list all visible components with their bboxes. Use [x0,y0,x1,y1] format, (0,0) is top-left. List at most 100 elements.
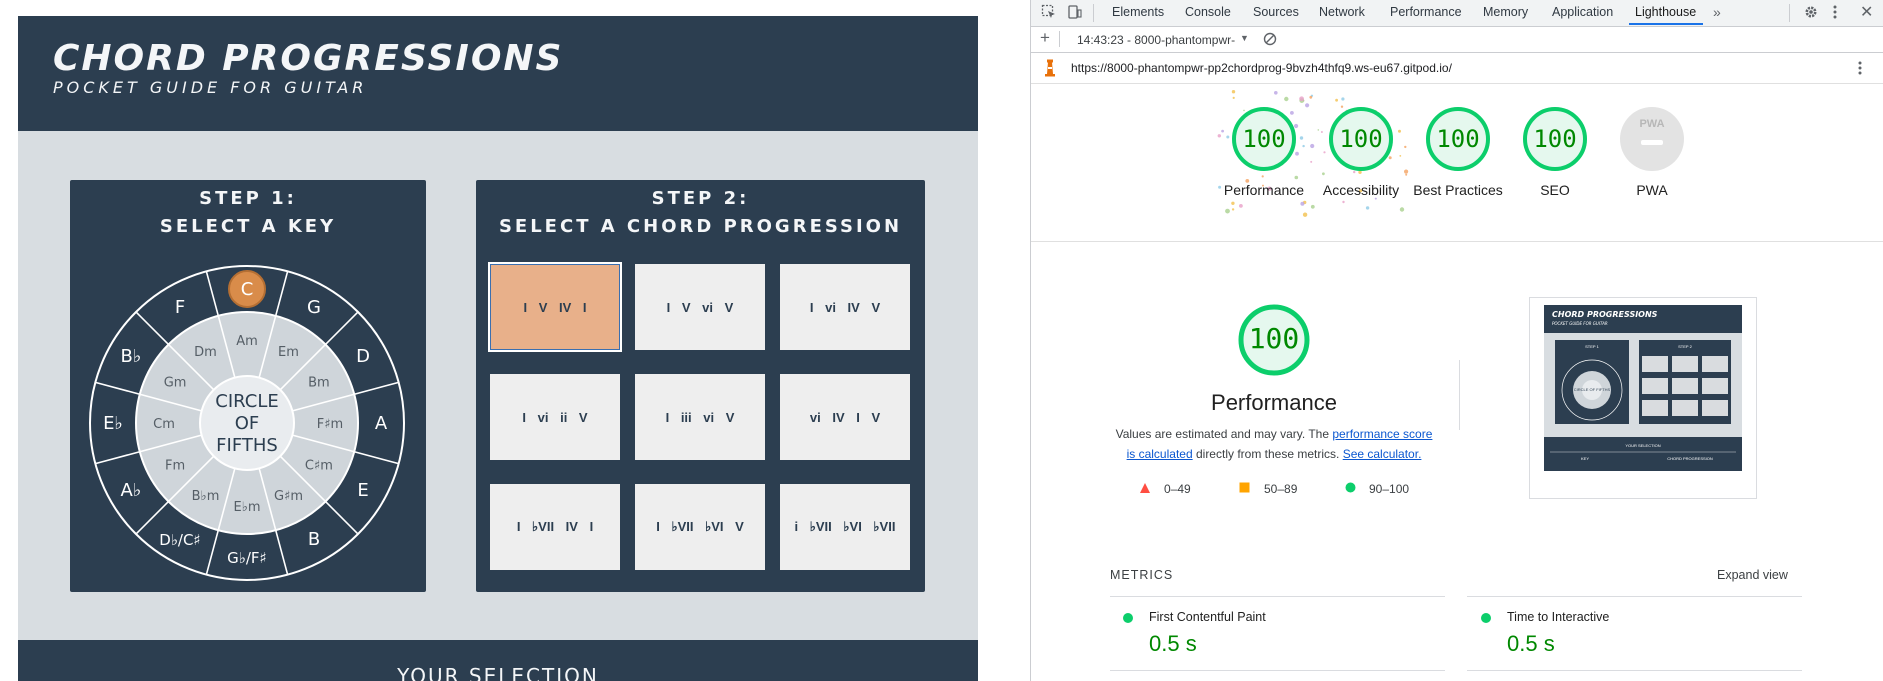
device-toolbar-icon[interactable] [1067,4,1083,23]
major-key-label[interactable]: E [357,480,368,501]
dropdown-arrow-icon[interactable]: ▼ [1240,33,1249,43]
score-value: 100 [1242,125,1286,153]
minor-key-label[interactable]: F♯m [317,417,343,432]
report-url[interactable]: https://8000-phantompwr-pp2chordprog-9bv… [1071,61,1452,75]
description-text: Values are estimated and may vary. The [1115,427,1333,441]
progression-button[interactable]: i ♭VII ♭VI ♭VII [780,484,910,570]
minor-key-label[interactable]: B♭m [192,489,220,504]
minor-key-label[interactable]: Am [236,334,258,349]
metrics-divider [1467,596,1802,597]
major-key-label[interactable]: A♭ [121,480,142,501]
progression-button[interactable]: I V vi V [635,264,765,350]
metric-name: First Contentful Paint [1149,610,1266,624]
progression-button[interactable]: I ♭VII ♭VI V [635,484,765,570]
devtools-panel: Elements Console Sources Network Perform… [1030,0,1883,681]
metrics-divider [1110,596,1445,597]
metrics-divider [1467,670,1802,671]
score-label: Performance [1223,182,1305,198]
progression-button[interactable]: I vi ii V [490,374,620,460]
major-key-label[interactable]: A [375,413,388,434]
final-screenshot-thumbnail[interactable]: CHORD PROGRESSIONS POCKET GUIDE FOR GUIT… [1529,297,1757,499]
tab-application[interactable]: Application [1552,5,1613,19]
major-key-label[interactable]: C [241,279,254,300]
tabbar-separator [1093,4,1094,22]
new-report-icon[interactable]: + [1040,28,1050,48]
confetti-dot [1398,129,1401,133]
minor-key-label[interactable]: Gm [164,376,187,391]
step1-panel: STEP 1: SELECT A KEY CIRCLE OF FIFTHS C G D A E… [70,180,426,592]
performance-description: Values are estimated and may vary. The p… [1114,424,1434,464]
clear-report-icon[interactable] [1263,32,1277,49]
average-square-icon [1239,482,1250,493]
progression-button[interactable]: I ♭VII IV I [490,484,620,570]
minor-key-label[interactable]: Cm [153,417,175,432]
pass-dot-icon [1481,613,1491,623]
lighthouse-toolbar: + 14:43:23 - 8000-phantompwr- ▼ [1031,27,1883,53]
minor-key-label[interactable]: Bm [308,376,330,391]
major-key-label[interactable]: D♭/C♯ [159,531,200,549]
pwa-badge-text: PWA [1639,118,1665,130]
tab-sources[interactable]: Sources [1253,5,1299,19]
confetti-dot [1261,175,1264,178]
progression-button[interactable]: vi IV I V [780,374,910,460]
minor-key-label[interactable]: E♭m [233,500,260,515]
tab-lighthouse[interactable]: Lighthouse [1635,5,1696,19]
tab-network[interactable]: Network [1319,5,1365,19]
major-key-label[interactable]: D [356,346,370,367]
major-key-label[interactable]: B [308,529,320,550]
step2-subheading: SELECT A CHORD PROGRESSION [498,216,903,237]
major-key-label[interactable]: G [307,297,321,318]
score-gauge-best-practices[interactable]: 100 [1425,106,1491,172]
tab-memory[interactable]: Memory [1483,5,1528,19]
report-menu-icon[interactable] [1857,59,1863,80]
more-tabs-icon[interactable]: » [1713,4,1721,20]
step1-subheading: SELECT A KEY [159,216,337,237]
screenshot-image: CHORD PROGRESSIONS POCKET GUIDE FOR GUIT… [1544,305,1742,471]
major-key-label[interactable]: E♭ [103,413,123,434]
more-options-icon[interactable] [1832,3,1838,24]
confetti-dot [1294,175,1299,180]
tab-performance[interactable]: Performance [1390,5,1462,19]
thumb-title: CHORD PROGRESSIONS [1552,310,1658,319]
metrics-divider [1110,670,1445,671]
score-gauge-performance[interactable]: 100 [1231,106,1297,172]
major-key-label[interactable]: B♭ [121,346,142,367]
tab-elements[interactable]: Elements [1112,5,1164,19]
confetti-dot [1322,172,1325,176]
tab-console[interactable]: Console [1185,5,1231,19]
score-gauge-accessibility[interactable]: 100 [1328,106,1394,172]
see-calculator-link[interactable]: See calculator. [1343,447,1422,461]
progression-button[interactable]: I V IV I [488,262,622,352]
progression-button[interactable]: I vi IV V [780,264,910,350]
minor-key-label[interactable]: Em [278,345,299,360]
close-icon[interactable]: ✕ [1860,2,1873,22]
minor-key-label[interactable]: G♯m [274,489,303,504]
legend-average: 50–89 [1264,482,1298,496]
confetti-dot [1341,97,1345,101]
confetti-dot [1399,207,1405,212]
major-key-label[interactable]: G♭/F♯ [227,549,267,567]
inspect-element-icon[interactable] [1041,4,1057,23]
minor-key-label[interactable]: Fm [165,459,185,474]
step2-heading: STEP 2: [651,188,750,209]
major-key-label[interactable]: F [175,297,185,318]
score-label: Accessibility [1322,182,1400,198]
minor-key-label[interactable]: C♯m [305,459,333,474]
app-viewport: CHORD PROGRESSIONS POCKET GUIDE FOR GUIT… [0,0,1030,681]
confetti-dot [1217,134,1221,138]
thumb-selection: YOUR SELECTION [1625,443,1660,448]
confetti-dot [1284,96,1289,102]
confetti-dot [1299,96,1304,102]
minor-key-label[interactable]: Dm [194,345,217,360]
pwa-badge-icon [1620,107,1684,171]
confetti-dot [1274,91,1278,95]
settings-gear-icon[interactable] [1803,4,1819,23]
score-gauge-pwa[interactable]: PWA [1619,106,1685,172]
expand-view-toggle[interactable]: Expand view [1717,568,1788,582]
report-selector[interactable]: 14:43:23 - 8000-phantompwr- [1077,33,1235,47]
confetti-dot [1302,144,1305,148]
score-gauge-seo[interactable]: 100 [1522,106,1588,172]
circle-of-fifths-wheel[interactable]: CIRCLEOFFIFTHS C G D A E B G♭/F♯ D♭/C♯ A♭ E♭ B♭ F Am E… [86,262,408,584]
progression-button[interactable]: I iii vi V [635,374,765,460]
lighthouse-report: 100 Performance 100 Accessibility 100 Be… [1031,84,1883,681]
